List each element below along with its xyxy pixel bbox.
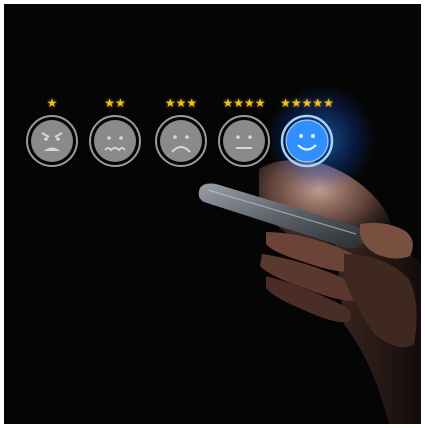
star-rating-1: ★ <box>46 96 58 110</box>
rating-option-4[interactable]: ★★★★ <box>215 96 273 168</box>
smiling-face-icon <box>280 114 334 168</box>
rating-option-5-selected[interactable]: ★★★★★ <box>278 96 336 168</box>
neutral-face-icon <box>217 114 271 168</box>
star-rating-3: ★★★ <box>164 96 198 110</box>
rating-option-2[interactable]: ★★ <box>86 96 144 168</box>
photo: ★ ★★ ★★★ ★★★★ ★★★★★ <box>4 4 421 424</box>
hand-with-phone-scene <box>198 160 421 424</box>
sad-face-icon <box>154 114 208 168</box>
star-rating-5: ★★★★★ <box>280 96 334 110</box>
rating-option-3[interactable]: ★★★ <box>152 96 210 168</box>
worried-face-icon <box>88 114 142 168</box>
star-rating-4: ★★★★ <box>222 96 266 110</box>
angry-face-icon <box>25 114 79 168</box>
rating-option-1[interactable]: ★ <box>23 96 81 168</box>
star-rating-2: ★★ <box>104 96 126 110</box>
